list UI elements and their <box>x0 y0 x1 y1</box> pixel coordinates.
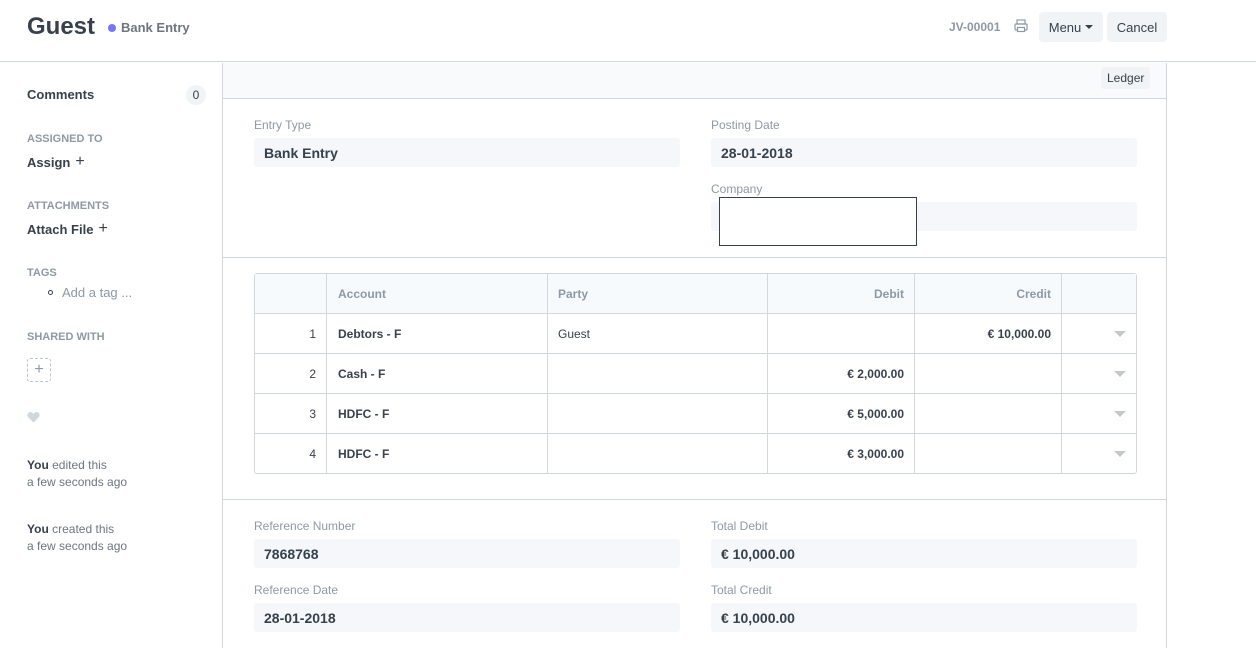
activity-time: a few seconds ago <box>27 539 128 553</box>
section-divider <box>223 499 1166 500</box>
credit-cell[interactable] <box>915 354 1062 393</box>
table-header-row: Account Party Debit Credit <box>255 274 1136 314</box>
account-cell[interactable]: Debtors - F <box>327 314 548 353</box>
row-index: 2 <box>255 354 327 393</box>
plus-icon: + <box>34 361 44 378</box>
column-header-index <box>255 274 327 313</box>
company-dropdown[interactable] <box>719 197 917 246</box>
table-row[interactable]: 4 HDFC - F € 3,000.00 <box>255 434 1136 474</box>
activity-user: You <box>27 458 49 472</box>
activity-item: You edited this a few seconds ago <box>27 457 127 491</box>
row-edit-button[interactable] <box>1062 314 1136 353</box>
comments-link[interactable]: Comments <box>27 87 94 102</box>
row-edit-button[interactable] <box>1062 394 1136 433</box>
attach-file-label: Attach File <box>27 221 94 237</box>
party-cell[interactable]: Guest <box>548 314 768 353</box>
table-row[interactable]: 1 Debtors - F Guest € 10,000.00 <box>255 314 1136 354</box>
party-cell[interactable] <box>548 354 768 393</box>
chevron-down-icon <box>1114 410 1126 417</box>
assign-button[interactable]: Assign + <box>27 154 85 170</box>
debit-cell[interactable]: € 2,000.00 <box>768 354 915 393</box>
entry-type-field[interactable]: Bank Entry <box>254 138 680 167</box>
table-row[interactable]: 3 HDFC - F € 5,000.00 <box>255 394 1136 434</box>
menu-button-label: Menu <box>1048 19 1082 35</box>
cancel-button[interactable]: Cancel <box>1107 12 1167 42</box>
status-indicator: Bank Entry <box>108 20 190 35</box>
credit-cell[interactable] <box>915 394 1062 433</box>
column-header-account: Account <box>327 274 548 313</box>
reference-number-field[interactable]: 7868768 <box>254 539 680 568</box>
form-main: Ledger Entry Type Bank Entry Posting Dat… <box>222 63 1167 648</box>
credit-cell[interactable] <box>915 434 1062 473</box>
total-credit-label: Total Credit <box>711 583 772 597</box>
reference-date-field[interactable]: 28-01-2018 <box>254 603 680 632</box>
ledger-button[interactable]: Ledger <box>1101 67 1151 89</box>
account-cell[interactable]: Cash - F <box>327 354 548 393</box>
tags-heading: TAGS <box>27 267 57 279</box>
debit-cell[interactable] <box>768 314 915 353</box>
chevron-down-icon <box>1114 370 1126 377</box>
column-header-actions <box>1062 274 1136 313</box>
status-label: Bank Entry <box>121 20 190 35</box>
activity-user: You <box>27 522 49 536</box>
column-header-party: Party <box>548 274 768 313</box>
shared-with-heading: SHARED WITH <box>27 331 105 343</box>
row-index: 4 <box>255 434 327 473</box>
entry-type-label: Entry Type <box>254 118 312 132</box>
row-edit-button[interactable] <box>1062 434 1136 473</box>
heart-icon[interactable] <box>27 411 40 423</box>
assigned-to-heading: ASSIGNED TO <box>27 133 103 145</box>
menu-button[interactable]: Menu <box>1039 12 1103 42</box>
section-divider <box>223 257 1166 258</box>
chevron-down-icon <box>1114 330 1126 337</box>
add-tag-input[interactable]: Add a tag ... <box>48 285 132 300</box>
plus-icon: + <box>98 220 108 237</box>
add-share-button[interactable]: + <box>27 358 51 382</box>
row-index: 3 <box>255 394 327 433</box>
reference-number-label: Reference Number <box>254 519 356 533</box>
page-header: Guest Bank Entry JV-00001 Menu Cancel <box>0 0 1256 62</box>
credit-cell[interactable]: € 10,000.00 <box>915 314 1062 353</box>
document-name: JV-00001 <box>949 20 1001 34</box>
assign-label: Assign <box>27 154 71 170</box>
column-header-debit: Debit <box>768 274 915 313</box>
company-label: Company <box>711 182 763 196</box>
comments-count-badge: 0 <box>186 85 206 105</box>
attachments-heading: ATTACHMENTS <box>27 200 110 212</box>
party-cell[interactable] <box>548 394 768 433</box>
accounts-table: Account Party Debit Credit 1 Debtors - F… <box>254 273 1137 474</box>
account-cell[interactable]: HDFC - F <box>327 434 548 473</box>
plus-icon: + <box>75 153 85 170</box>
row-index: 1 <box>255 314 327 353</box>
activity-time: a few seconds ago <box>27 475 128 489</box>
posting-date-field[interactable]: 28-01-2018 <box>711 138 1137 167</box>
posting-date-label: Posting Date <box>711 118 780 132</box>
debit-cell[interactable]: € 3,000.00 <box>768 434 915 473</box>
total-credit-field: € 10,000.00 <box>711 603 1137 632</box>
bullet-icon <box>48 290 53 295</box>
form-toolbar: Ledger <box>223 63 1166 99</box>
total-debit-field: € 10,000.00 <box>711 539 1137 568</box>
form-sidebar: Comments 0 ASSIGNED TO Assign + ATTACHME… <box>0 63 222 648</box>
party-cell[interactable] <box>548 434 768 473</box>
add-tag-label: Add a tag ... <box>62 285 133 300</box>
page-title: Guest <box>27 13 96 40</box>
activity-action: edited this <box>52 458 107 472</box>
account-cell[interactable]: HDFC - F <box>327 394 548 433</box>
total-debit-label: Total Debit <box>711 519 768 533</box>
table-row[interactable]: 2 Cash - F € 2,000.00 <box>255 354 1136 394</box>
attach-file-button[interactable]: Attach File + <box>27 221 108 237</box>
column-header-credit: Credit <box>915 274 1062 313</box>
debit-cell[interactable]: € 5,000.00 <box>768 394 915 433</box>
status-dot-icon <box>108 23 116 32</box>
reference-date-label: Reference Date <box>254 583 339 597</box>
row-edit-button[interactable] <box>1062 354 1136 393</box>
chevron-down-icon <box>1114 450 1126 457</box>
activity-action: created this <box>52 522 115 536</box>
activity-item: You created this a few seconds ago <box>27 521 127 555</box>
printer-icon[interactable] <box>1013 18 1029 34</box>
caret-down-icon <box>1085 25 1094 29</box>
